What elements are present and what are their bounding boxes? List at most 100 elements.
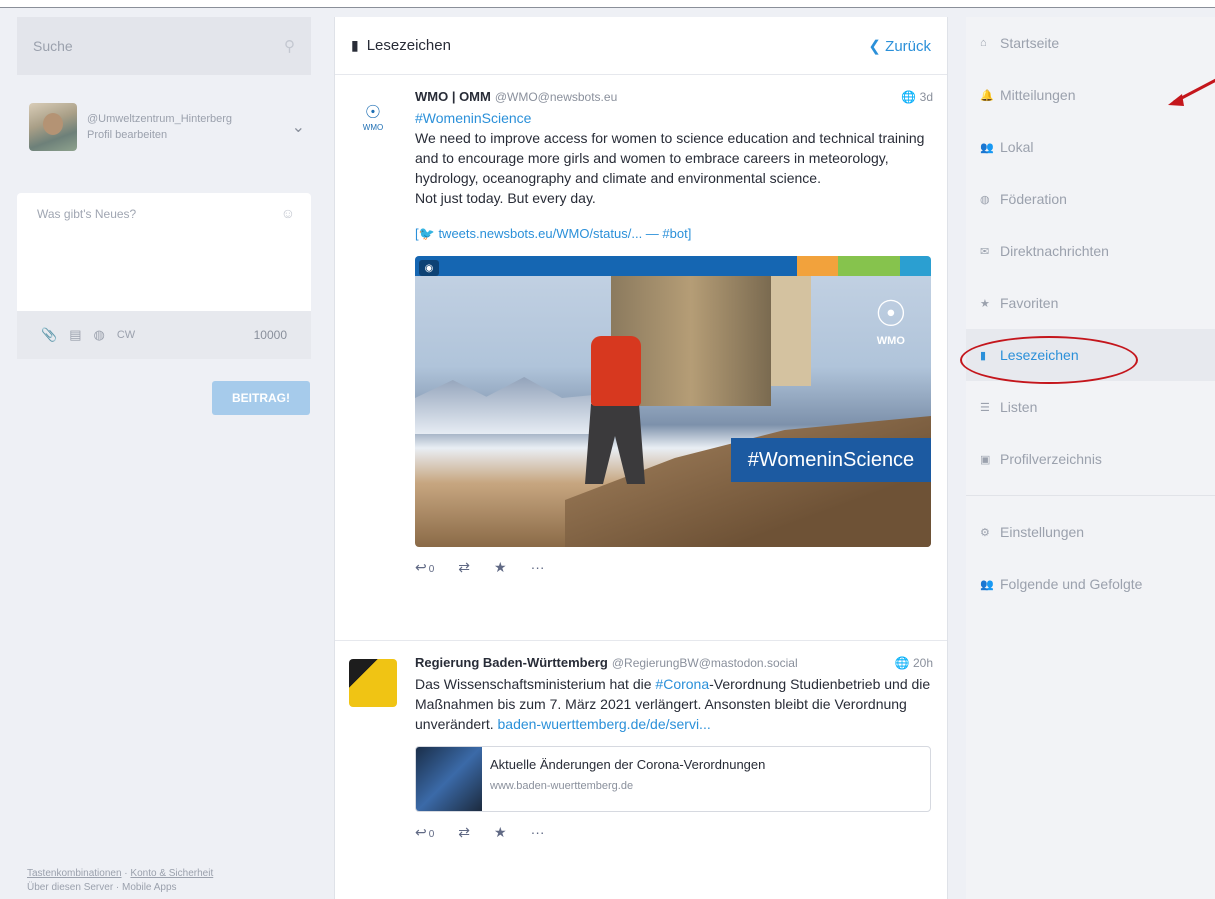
nav-home-label[interactable]: Startseite xyxy=(1000,35,1059,51)
bell-icon: 🔔 xyxy=(980,89,994,102)
nav-local-label[interactable]: Lokal xyxy=(1000,139,1033,155)
list-icon: ☰ xyxy=(980,401,990,414)
compose-textarea[interactable]: Was gibt's Neues? ☺ xyxy=(17,193,311,311)
status-account[interactable]: @RegierungBW@mastodon.social xyxy=(612,656,798,670)
star-icon: ★ xyxy=(980,297,990,310)
attachment-icon[interactable]: 📎 xyxy=(41,327,57,343)
nav-settings[interactable]: ⚙ Einstellungen xyxy=(966,506,1215,558)
compose-toolbar: 📎 ▤ ◍ CW 10000 xyxy=(17,311,311,359)
account-handle[interactable]: @Umweltzentrum_Hinterberg xyxy=(87,113,292,125)
boost-icon[interactable]: ⇄ xyxy=(458,824,470,841)
status-link[interactable]: [🐦 tweets.newsbots.eu/WMO/status/... — #… xyxy=(415,226,933,242)
publish-button[interactable]: BEITRAG! xyxy=(212,381,310,415)
card-title[interactable]: Aktuelle Änderungen der Corona-Verordnun… xyxy=(490,757,765,772)
nav-home[interactable]: ⌂ Startseite xyxy=(966,17,1215,69)
more-icon[interactable]: ··· xyxy=(531,824,545,840)
back-label[interactable]: Zurück xyxy=(885,38,931,55)
status-display-name[interactable]: WMO | OMM xyxy=(415,89,491,104)
status-item[interactable]: ☉ WMO WMO | OMM @WMO@newsbots.eu 🌐 3d #Wo… xyxy=(335,75,947,641)
nav-divider xyxy=(966,495,1215,496)
emoji-icon[interactable]: ☺ xyxy=(281,205,295,221)
status-content: Das Wissenschaftsministerium hat die #Co… xyxy=(415,674,933,734)
more-icon[interactable]: ··· xyxy=(531,559,545,575)
left-column: Suche ⚲ @Umweltzentrum_Hinterberg Profil… xyxy=(17,17,311,899)
column-title: Lesezeichen xyxy=(366,37,451,54)
avatar[interactable] xyxy=(29,103,77,151)
avatar[interactable] xyxy=(349,659,397,707)
status-timestamp[interactable]: 🌐 20h xyxy=(895,656,933,670)
bookmark-icon: ▮ xyxy=(351,37,359,53)
media-person-legs xyxy=(585,404,645,484)
nav-notifications[interactable]: 🔔 Mitteilungen xyxy=(966,69,1215,121)
reply-count: 0 xyxy=(428,828,435,840)
compose-placeholder: Was gibt's Neues? xyxy=(37,207,137,221)
eye-icon[interactable]: ◉ xyxy=(419,260,439,276)
status-link[interactable]: baden-wuerttemberg.de/de/servi... xyxy=(498,716,711,732)
home-icon: ⌂ xyxy=(980,37,987,49)
nav-direct[interactable]: ✉ Direktnachrichten xyxy=(966,225,1215,277)
nav-direct-label[interactable]: Direktnachrichten xyxy=(1000,243,1109,259)
card-url[interactable]: www.baden-wuerttemberg.de xyxy=(490,780,765,792)
nav-notifications-label[interactable]: Mitteilungen xyxy=(1000,87,1076,103)
navigation-panel: ⌂ Startseite 🔔 Mitteilungen 👥 Lokal ◍ Födera… xyxy=(966,17,1215,899)
status-link-text[interactable]: tweets.newsbots.eu/WMO/status/... — #bot xyxy=(438,226,687,241)
poll-icon[interactable]: ▤ xyxy=(69,327,81,343)
nav-directory[interactable]: ▣ Profilverzeichnis xyxy=(966,433,1215,485)
reply-button[interactable]: ↩ 0 xyxy=(415,824,434,841)
status-content: #WomeninScience We need to improve acces… xyxy=(415,108,933,208)
nav-bookmarks[interactable]: ▮ Lesezeichen xyxy=(966,329,1215,381)
window-top-border xyxy=(0,0,1215,8)
globe-icon: ◍ xyxy=(980,193,990,206)
media-attachment[interactable]: ☉ WMO #WomeninScience ◉ xyxy=(415,256,931,547)
nav-federation[interactable]: ◍ Föderation xyxy=(966,173,1215,225)
status-timestamp[interactable]: 🌐 3d xyxy=(901,90,933,104)
bookmarks-column: ▮ Lesezeichen ❮ Zurück ☉ WMO WMO | OMM @W… xyxy=(334,17,948,899)
character-counter: 10000 xyxy=(253,328,287,342)
nav-directory-label[interactable]: Profilverzeichnis xyxy=(1000,451,1102,467)
wmo-logo-text: WMO xyxy=(362,123,384,132)
media-color-bar xyxy=(415,256,931,276)
star-icon[interactable]: ★ xyxy=(494,824,507,841)
status-actions: ↩ 0 ⇄ ★ ··· xyxy=(415,547,933,587)
nav-federation-label[interactable]: Föderation xyxy=(1000,191,1067,207)
status-text: We need to improve access for women to s… xyxy=(415,130,925,186)
about-server-link[interactable]: Über diesen Server · Mobile Apps xyxy=(27,881,213,895)
nav-settings-label[interactable]: Einstellungen xyxy=(1000,524,1084,540)
link-preview-card[interactable]: Aktuelle Änderungen der Corona-Verordnun… xyxy=(415,746,931,812)
status-text-a: Das Wissenschaftsministerium hat die xyxy=(415,676,656,692)
nav-favourites-label[interactable]: Favoriten xyxy=(1000,295,1058,311)
nav-lists-label[interactable]: Listen xyxy=(1000,399,1037,415)
globe-icon[interactable]: ◍ xyxy=(93,327,104,343)
status-item[interactable]: Regierung Baden-Württemberg @RegierungBW… xyxy=(335,641,947,899)
keyboard-shortcuts-link[interactable]: Tastenkombinationen xyxy=(27,868,122,879)
avatar[interactable]: ☉ WMO xyxy=(349,93,397,141)
nav-lists[interactable]: ☰ Listen xyxy=(966,381,1215,433)
hashtag-link[interactable]: #WomeninScience xyxy=(415,108,933,128)
footer-links: Tastenkombinationen · Konto & Sicherheit… xyxy=(27,867,213,895)
nav-local[interactable]: 👥 Lokal xyxy=(966,121,1215,173)
edit-profile-link[interactable]: Profil bearbeiten xyxy=(87,129,292,141)
content-warning-button[interactable]: CW xyxy=(117,329,135,341)
search-icon: ⚲ xyxy=(284,38,295,55)
status-time-value[interactable]: 3d xyxy=(920,90,933,104)
search-input[interactable]: Suche xyxy=(33,38,284,54)
back-button[interactable]: ❮ Zurück xyxy=(868,37,931,55)
search-field[interactable]: Suche ⚲ xyxy=(17,17,311,75)
status-time-value[interactable]: 20h xyxy=(913,656,933,670)
hashtag-link[interactable]: #Corona xyxy=(655,676,709,692)
boost-icon[interactable]: ⇄ xyxy=(458,559,470,576)
chevron-down-icon[interactable]: ⌄ xyxy=(292,117,305,137)
star-icon[interactable]: ★ xyxy=(494,559,507,576)
nav-follows[interactable]: 👥 Folgende und Gefolgte xyxy=(966,558,1215,610)
status-display-name[interactable]: Regierung Baden-Württemberg xyxy=(415,655,608,670)
nav-follows-label[interactable]: Folgende und Gefolgte xyxy=(1000,576,1142,592)
card-thumbnail xyxy=(416,747,482,811)
media-hut-side xyxy=(771,276,811,386)
nav-bookmarks-label[interactable]: Lesezeichen xyxy=(1000,347,1079,363)
nav-favourites[interactable]: ★ Favoriten xyxy=(966,277,1215,329)
status-account[interactable]: @WMO@newsbots.eu xyxy=(495,90,617,104)
reply-button[interactable]: ↩ 0 xyxy=(415,559,434,576)
account-header: @Umweltzentrum_Hinterberg Profil bearbei… xyxy=(17,97,311,157)
account-security-link[interactable]: Konto & Sicherheit xyxy=(130,868,213,879)
users-icon: 👥 xyxy=(980,578,994,591)
